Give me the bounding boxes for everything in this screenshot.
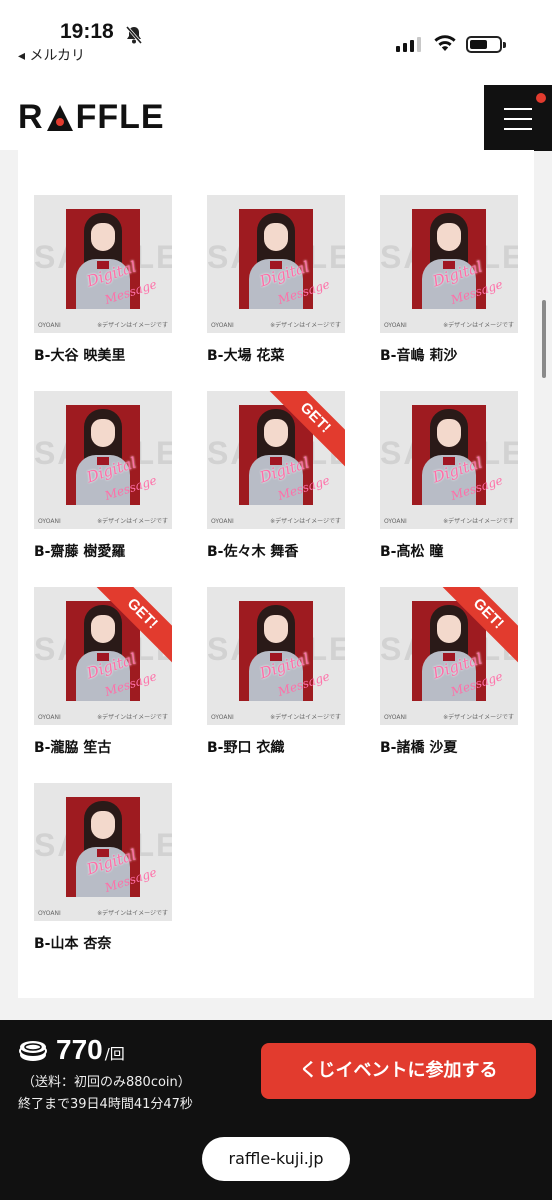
image-note: ※デザインはイメージです (443, 518, 514, 525)
time-remaining: 終了まで39日4時間41分47秒 (18, 1097, 193, 1112)
prize-thumbnail[interactable]: SAMPLEDigitalMessageOYOANI※デザインはイメージです (207, 587, 345, 725)
image-note: ※デザインはイメージです (443, 714, 514, 721)
raffle-logo[interactable]: R FFLE (18, 98, 165, 137)
prize-name: B-山本 杏奈 (34, 936, 112, 952)
scrollbar[interactable] (542, 300, 546, 378)
brand-mark: OYOANI (38, 518, 61, 525)
prize-item[interactable]: SAMPLEDigitalMessageOYOANI※デザインはイメージですGE… (380, 587, 518, 757)
prize-item[interactable]: SAMPLEDigitalMessageOYOANI※デザインはイメージですGE… (34, 587, 172, 757)
prize-thumbnail[interactable]: SAMPLEDigitalMessageOYOANI※デザインはイメージですGE… (34, 587, 172, 725)
coin-stack-icon (19, 1041, 47, 1061)
bell-off-icon (125, 26, 143, 44)
prize-thumbnail[interactable]: SAMPLEDigitalMessageOYOANI※デザインはイメージですGE… (207, 391, 345, 529)
brand-mark: OYOANI (211, 322, 234, 329)
prize-name: B-佐々木 舞香 (207, 544, 299, 560)
prize-name: B-野口 衣織 (207, 740, 285, 756)
prize-thumbnail[interactable]: SAMPLEDigitalMessageOYOANI※デザインはイメージです (34, 783, 172, 921)
prize-thumbnail[interactable]: SAMPLEDigitalMessageOYOANI※デザインはイメージですGE… (380, 587, 518, 725)
image-note: ※デザインはイメージです (270, 714, 341, 721)
image-note: ※デザインはイメージです (97, 322, 168, 329)
prize-thumbnail[interactable]: SAMPLEDigitalMessageOYOANI※デザインはイメージです (207, 195, 345, 333)
image-note: ※デザインはイメージです (270, 518, 341, 525)
brand-mark: OYOANI (38, 714, 61, 721)
prize-list-card: SAMPLEDigitalMessageOYOANI※デザインはイメージですB-… (18, 150, 534, 998)
prize-name: B-髙松 瞳 (380, 544, 444, 560)
brand-mark: OYOANI (38, 910, 61, 917)
prize-item[interactable]: SAMPLEDigitalMessageOYOANI※デザインはイメージですB-… (34, 195, 172, 365)
shipping-note: （送料：初回のみ880coin） (22, 1075, 191, 1090)
join-lottery-button[interactable]: くじイベントに参加する (261, 1043, 536, 1099)
prize-item[interactable]: SAMPLEDigitalMessageOYOANI※デザインはイメージですB-… (207, 587, 345, 757)
status-time: 19:18 (60, 20, 114, 43)
image-note: ※デザインはイメージです (97, 910, 168, 917)
hamburger-menu-button[interactable] (484, 85, 552, 151)
image-note: ※デザインはイメージです (270, 322, 341, 329)
brand-mark: OYOANI (211, 518, 234, 525)
brand-mark: OYOANI (384, 322, 407, 329)
brand-mark: OYOANI (384, 714, 407, 721)
url-bar[interactable]: raffle-kuji.jp (202, 1137, 350, 1181)
image-note: ※デザインはイメージです (97, 518, 168, 525)
back-to-app-link[interactable]: ◂ メルカリ (18, 45, 85, 65)
notification-dot (536, 93, 546, 103)
prize-thumbnail[interactable]: SAMPLEDigitalMessageOYOANI※デザインはイメージです (380, 391, 518, 529)
price-unit: /回 (104, 1045, 125, 1063)
prize-item[interactable]: SAMPLEDigitalMessageOYOANI※デザインはイメージですB-… (34, 783, 172, 953)
prize-item[interactable]: SAMPLEDigitalMessageOYOANI※デザインはイメージですB-… (207, 195, 345, 365)
prize-name: B-諸橋 沙夏 (380, 740, 458, 756)
prize-item[interactable]: SAMPLEDigitalMessageOYOANI※デザインはイメージですB-… (380, 391, 518, 561)
prize-name: B-大場 花菜 (207, 348, 285, 364)
logo-a-mark-icon (45, 103, 75, 133)
prize-item[interactable]: SAMPLEDigitalMessageOYOANI※デザインはイメージですB-… (34, 391, 172, 561)
wifi-icon (434, 35, 456, 51)
purchase-bar: 770 /回 （送料：初回のみ880coin） 終了まで39日4時間41分47秒… (0, 1020, 552, 1200)
brand-mark: OYOANI (211, 714, 234, 721)
prize-name: B-音嶋 莉沙 (380, 348, 458, 364)
image-note: ※デザインはイメージです (443, 322, 514, 329)
prize-thumbnail[interactable]: SAMPLEDigitalMessageOYOANI※デザインはイメージです (34, 391, 172, 529)
brand-mark: OYOANI (38, 322, 61, 329)
image-note: ※デザインはイメージです (97, 714, 168, 721)
brand-mark: OYOANI (384, 518, 407, 525)
prize-name: B-大谷 映美里 (34, 348, 126, 364)
cellular-signal-icon (396, 37, 421, 52)
status-bar: 19:18 ◂ メルカリ (0, 0, 552, 68)
prize-item[interactable]: SAMPLEDigitalMessageOYOANI※デザインはイメージですB-… (380, 195, 518, 365)
prize-item[interactable]: SAMPLEDigitalMessageOYOANI※デザインはイメージですGE… (207, 391, 345, 561)
battery-icon (466, 36, 506, 53)
prize-name: B-齋藤 樹愛羅 (34, 544, 126, 560)
site-header: R FFLE (0, 68, 552, 151)
prize-thumbnail[interactable]: SAMPLEDigitalMessageOYOANI※デザインはイメージです (34, 195, 172, 333)
prize-name: B-瀧脇 笙古 (34, 740, 112, 756)
price: 770 (56, 1034, 103, 1065)
price-row: 770 /回 (18, 1034, 125, 1066)
prize-thumbnail[interactable]: SAMPLEDigitalMessageOYOANI※デザインはイメージです (380, 195, 518, 333)
